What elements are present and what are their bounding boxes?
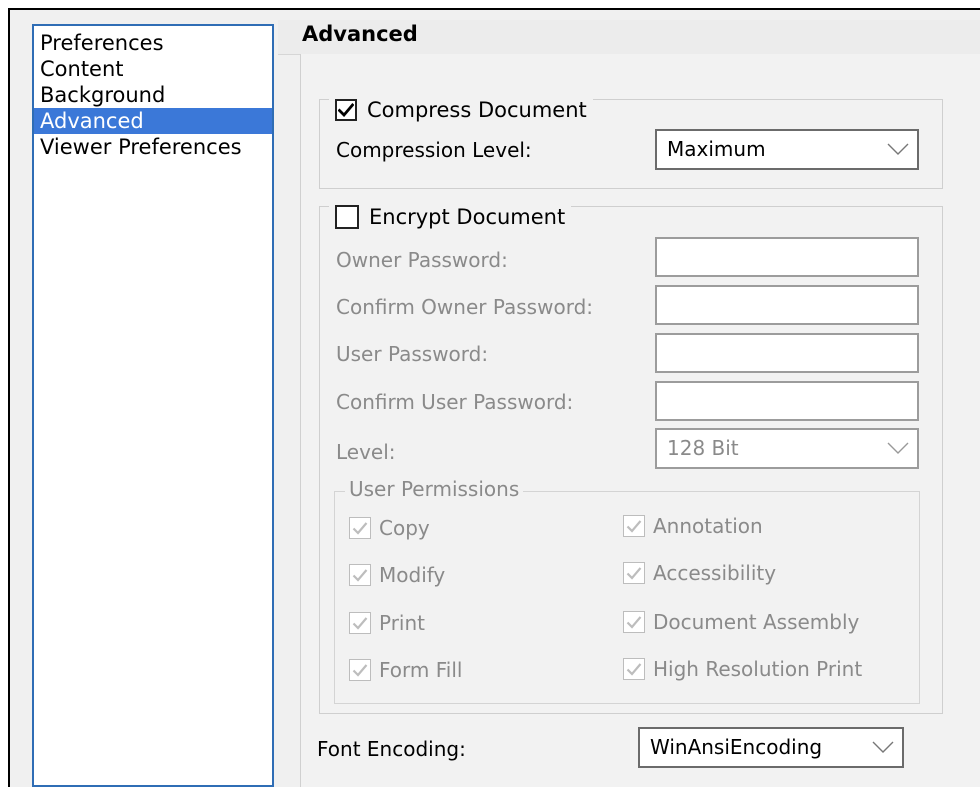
checkmark-icon <box>352 522 368 535</box>
permission-document-assembly[interactable]: Document Assembly <box>623 610 859 634</box>
font-encoding-label: Font Encoding: <box>317 737 466 761</box>
confirm-user-password-field[interactable] <box>655 381 919 421</box>
permission-print-label: Print <box>379 611 426 635</box>
encryption-level-select[interactable]: 128 Bit <box>655 428 919 469</box>
checkmark-icon <box>352 664 368 677</box>
chevron-down-icon <box>887 442 909 454</box>
user-password-field[interactable] <box>655 333 919 373</box>
permission-modify[interactable]: Modify <box>349 563 445 587</box>
permission-annotation-label: Annotation <box>653 514 763 538</box>
permission-copy-label: Copy <box>379 516 430 540</box>
compress-checkbox-box[interactable] <box>335 99 357 121</box>
sidebar-item-background[interactable]: Background <box>34 82 272 108</box>
confirm-owner-password-field[interactable] <box>655 285 919 325</box>
encrypt-checkbox-box[interactable] <box>335 205 359 229</box>
permission-print[interactable]: Print <box>349 611 425 635</box>
user-permissions-title: User Permissions <box>345 477 524 501</box>
permission-form-fill[interactable]: Form Fill <box>349 658 462 682</box>
permission-modify-label: Modify <box>379 563 446 587</box>
settings-panel: Advanced Compress Document Compression L… <box>278 20 980 787</box>
compress-checkbox-label: Compress Document <box>367 98 587 122</box>
checkmark-icon <box>626 663 642 676</box>
chevron-down-icon <box>887 143 909 155</box>
permission-annotation[interactable]: Annotation <box>623 514 763 538</box>
sidebar-item-preferences[interactable]: Preferences <box>34 30 272 56</box>
permission-high-resolution-print[interactable]: High Resolution Print <box>623 657 862 681</box>
permission-form-fill-label: Form Fill <box>379 658 463 682</box>
user-password-label: User Password: <box>336 342 489 366</box>
owner-password-field[interactable] <box>655 237 919 277</box>
panel-header: Advanced <box>278 20 980 55</box>
sidebar-item-viewer-preferences[interactable]: Viewer Preferences <box>34 134 272 160</box>
permission-copy[interactable]: Copy <box>349 516 430 540</box>
compression-level-label: Compression Level: <box>336 138 532 162</box>
owner-password-label: Owner Password: <box>336 248 508 272</box>
permission-high-resolution-print-label: High Resolution Print <box>653 657 863 681</box>
compress-checkbox[interactable]: Compress Document <box>329 98 593 122</box>
panel-body: Compress Document Compression Level: Max… <box>300 54 980 787</box>
checkmark-icon <box>626 567 642 580</box>
permission-document-assembly-label: Document Assembly <box>653 610 860 634</box>
confirm-owner-password-label: Confirm Owner Password: <box>336 295 594 319</box>
compression-level-select[interactable]: Maximum <box>655 129 919 170</box>
checkmark-icon <box>338 103 354 117</box>
chevron-down-icon <box>872 741 894 753</box>
encryption-level-value: 128 Bit <box>667 436 739 460</box>
permission-accessibility[interactable]: Accessibility <box>623 561 776 585</box>
panel-title: Advanced <box>302 22 418 46</box>
compression-level-value: Maximum <box>667 137 766 161</box>
font-encoding-select[interactable]: WinAnsiEncoding <box>638 727 904 768</box>
checkmark-icon <box>626 520 642 533</box>
sidebar-item-advanced[interactable]: Advanced <box>34 108 272 134</box>
checkmark-icon <box>352 617 368 630</box>
sidebar-item-content[interactable]: Content <box>34 56 272 82</box>
encryption-level-label: Level: <box>336 440 396 464</box>
permission-accessibility-label: Accessibility <box>653 561 777 585</box>
font-encoding-value: WinAnsiEncoding <box>650 735 823 759</box>
checkmark-icon <box>626 616 642 629</box>
checkmark-icon <box>352 569 368 582</box>
confirm-user-password-label: Confirm User Password: <box>336 390 574 414</box>
encrypt-checkbox[interactable]: Encrypt Document <box>329 205 572 229</box>
encrypt-checkbox-label: Encrypt Document <box>369 205 566 229</box>
sidebar: Preferences Content Background Advanced … <box>32 24 274 787</box>
